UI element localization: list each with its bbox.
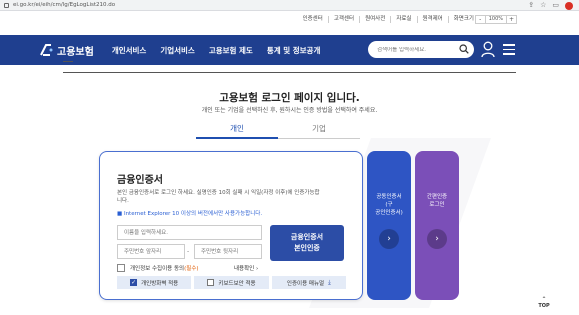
name-input[interactable] (117, 225, 262, 240)
logo-icon (40, 44, 53, 56)
user-icon[interactable] (481, 41, 495, 58)
joint-cert-line2: (구 (385, 202, 393, 208)
tab-personal[interactable]: 개인 (196, 121, 278, 139)
profile-avatar[interactable] (565, 1, 573, 10)
page-title: 고용보험 로그인 페이지 입니다. (219, 92, 360, 104)
hamburger-menu-icon[interactable] (503, 44, 515, 55)
manual-download-button[interactable]: 인증이용 매뉴얼 ⤓ (271, 276, 346, 289)
consent-detail-link[interactable]: 내용확인 › (234, 264, 258, 272)
simple-auth-line2: 로그인 (429, 202, 445, 208)
rrn-front-input[interactable] (117, 244, 185, 259)
chevron-right-icon[interactable]: › (379, 229, 399, 249)
option-keyboard-security[interactable]: 키보드보안 적용 (194, 276, 269, 289)
url-text[interactable]: ei.go.kr/ei/eih/cm/lg/EgLogList210.do (13, 2, 115, 8)
util-link-customer-center[interactable]: 고객센터 (329, 16, 361, 23)
divider-tick (63, 61, 73, 62)
joint-cert-card[interactable]: 공동인증서 (구 공인인증서) › (367, 151, 411, 300)
main-menu: 개인서비스 기업서비스 고용보험 제도 통계 및 정보공개 (112, 45, 321, 56)
utility-links: 인증센터 고객센터 원여사전 자료실 원격제어 화면크기 (298, 16, 479, 23)
rrn-dash: - (187, 248, 190, 255)
zoom-in-button[interactable]: + (507, 16, 516, 23)
zoom-out-button[interactable]: - (476, 16, 485, 23)
login-type-tabs: 개인 기업 (196, 121, 360, 139)
zoom-control: - 100% + (474, 15, 517, 24)
consent-label: 개인정보 수집이용 동의(필수) (130, 264, 199, 272)
card-browser-note: ■ Internet Explorer 10 이상의 버전에서만 사용가능합니다… (117, 211, 263, 217)
option-personal-firewall[interactable]: ✓ 개인방화벽 적용 (117, 276, 192, 289)
chevron-right-icon[interactable]: › (427, 229, 447, 249)
browser-address-bar[interactable]: ei.go.kr/ei/eih/cm/lg/EgLogList210.do ⇪ … (0, 0, 579, 11)
unchecked-box-icon (207, 279, 215, 286)
scroll-top-button[interactable]: ⌃ TOP (535, 297, 553, 314)
browser-toolbar: ⇪ ☆ ▭ (528, 1, 573, 10)
joint-cert-line1: 공동인증서 (376, 194, 402, 200)
star-icon[interactable]: ☆ (540, 1, 546, 10)
simple-auth-card[interactable]: 간편인증 로그인 › (415, 151, 459, 300)
consent-required: (필수) (184, 266, 199, 272)
joint-cert-label: 공동인증서 (구 공인인증서) (367, 193, 411, 217)
search-icon[interactable] (459, 44, 469, 54)
page-subtitle: 개인 또는 기업을 선택하신 후, 원하시는 인증 방법을 선택하여 주세요. (201, 107, 378, 114)
divider (63, 72, 516, 73)
util-link-cert-center[interactable]: 인증센터 (298, 16, 329, 23)
joint-cert-line3: 공인인증서) (375, 210, 403, 216)
menu-insurance-system[interactable]: 고용보험 제도 (209, 45, 253, 56)
zoom-level: 100% (484, 16, 507, 23)
top-label: TOP (538, 303, 550, 309)
search-input[interactable] (377, 46, 457, 53)
cert-button-line2: 본인인증 (294, 244, 320, 252)
search-box (368, 41, 474, 58)
checked-icon: ✓ (130, 279, 138, 286)
menu-business-service[interactable]: 기업서비스 (160, 45, 195, 56)
download-icon: ⤓ (328, 278, 331, 286)
site-logo[interactable]: 고용보험 (38, 42, 94, 58)
util-link-remote[interactable]: 원격제어 (418, 16, 449, 23)
lock-icon (4, 2, 9, 8)
rrn-back-input[interactable] (194, 244, 262, 259)
main-navigation: 고용보험 개인서비스 기업서비스 고용보험 제도 통계 및 정보공개 (0, 35, 579, 65)
financial-cert-auth-button[interactable]: 금융인증서 본인인증 (270, 225, 344, 261)
consent-checkbox[interactable] (117, 264, 125, 272)
tab-business[interactable]: 기업 (278, 121, 360, 139)
simple-auth-label: 간편인증 로그인 (415, 193, 459, 209)
menu-statistics[interactable]: 통계 및 정보공개 (267, 45, 321, 56)
util-link-dictionary[interactable]: 원여사전 (360, 16, 392, 23)
share-icon[interactable]: ⇪ (528, 1, 534, 10)
manual-download-label: 인증이용 매뉴얼 (286, 280, 325, 287)
option-keyboard-security-label: 키보드보안 적용 (218, 280, 256, 287)
simple-auth-line1: 간편인증 (426, 194, 448, 200)
window-icon[interactable]: ▭ (552, 1, 559, 10)
card-description: 본인 금융인증서로 로그인 하세요. 실명인증 10회 실패 시 익일(자정 이… (117, 190, 320, 204)
financial-cert-card: 금융인증서 본인 금융인증서로 로그인 하세요. 실명인증 10회 실패 시 익… (99, 151, 363, 300)
menu-personal-service[interactable]: 개인서비스 (112, 45, 147, 56)
security-options-bar: ✓ 개인방화벽 적용 키보드보안 적용 인증이용 매뉴얼 ⤓ (117, 276, 346, 289)
logo-text: 고용보험 (57, 46, 94, 58)
consent-label-text: 개인정보 수집이용 동의 (130, 266, 185, 272)
card-title: 금융인증서 (117, 175, 163, 186)
option-personal-firewall-label: 개인방화벽 적용 (141, 280, 179, 287)
util-link-library[interactable]: 자료실 (391, 16, 418, 23)
cert-button-line1: 금융인증서 (290, 233, 324, 241)
consent-row: 개인정보 수집이용 동의(필수) (117, 264, 199, 272)
